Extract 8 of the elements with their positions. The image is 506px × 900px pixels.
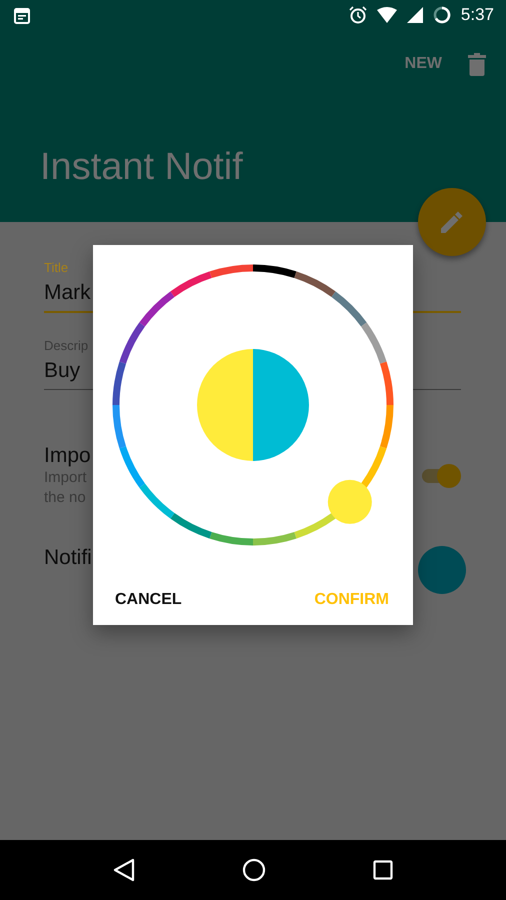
- field-label: Title: [44, 260, 68, 275]
- app-title: Instant Notif: [40, 146, 244, 189]
- cancel-button[interactable]: CANCEL: [107, 583, 190, 617]
- confirm-button[interactable]: CONFIRM: [306, 583, 397, 617]
- setting-title: Impo: [44, 444, 91, 468]
- new-button[interactable]: NEW: [404, 55, 442, 73]
- setting-title: Notifi: [44, 546, 92, 570]
- clock-time: 5:37: [460, 5, 494, 25]
